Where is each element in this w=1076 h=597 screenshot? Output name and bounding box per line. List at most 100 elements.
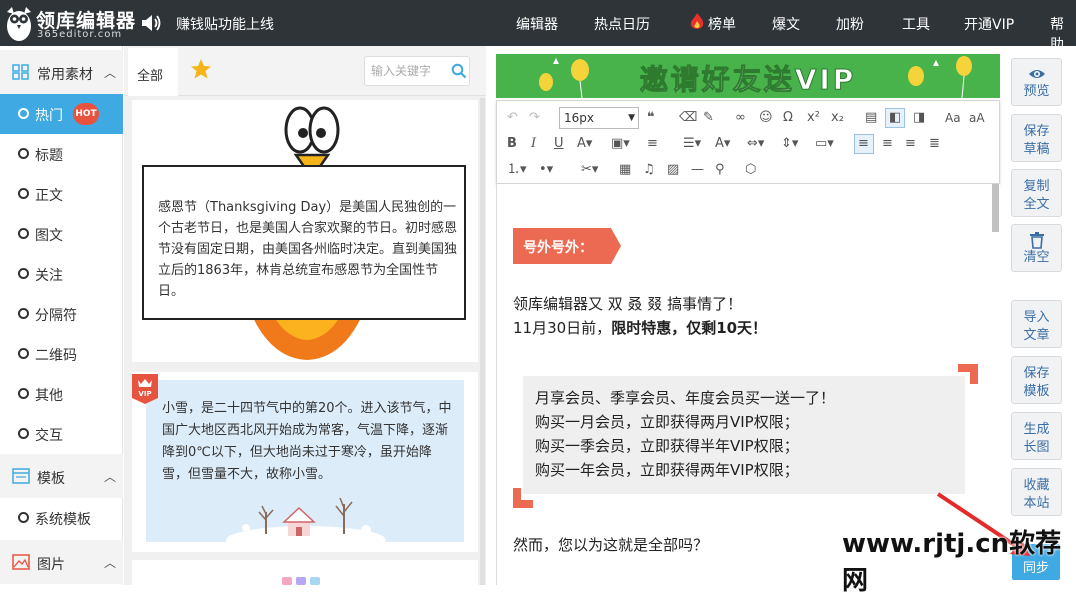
format-painter-icon[interactable]: ✎ (703, 110, 714, 126)
generate-long-image-label: 生成长图 (1023, 422, 1050, 455)
font-size-select[interactable]: 16px ▼ (559, 107, 639, 129)
section-common-materials[interactable]: 常用素材 ︿ (0, 50, 123, 94)
font-case-icon[interactable]: aA (969, 110, 985, 126)
blockquote-icon[interactable]: ❝ (647, 110, 655, 126)
nav-item-label: 交互 (35, 428, 63, 444)
music-icon[interactable]: ♫ (643, 162, 655, 178)
nav-item-interactive[interactable]: 交互 (0, 414, 123, 454)
clear-button[interactable]: 清空 (1011, 224, 1062, 272)
intro-line-2-prefix: 11月30日前， (513, 319, 612, 337)
import-article-button[interactable]: 导入文章 (1011, 300, 1062, 348)
nav-vip[interactable]: 开通VIP (964, 14, 1014, 34)
save-draft-button[interactable]: 保存草稿 (1011, 114, 1062, 162)
row-spacing-icon[interactable]: ⇕▾ (781, 136, 798, 152)
indent-icon[interactable]: ⇔▾ (747, 136, 764, 152)
save-template-button[interactable]: 保存模板 (1011, 356, 1062, 404)
html-source-icon[interactable]: ⬡ (745, 162, 756, 178)
emoji-icon[interactable]: ☺ (759, 110, 773, 126)
panel-scrollbar[interactable] (480, 98, 485, 585)
ordered-list-icon[interactable]: ⒈▾ (507, 162, 527, 178)
nav-item-divider[interactable]: 分隔符 (0, 294, 123, 334)
color-dots-decoration (282, 577, 320, 585)
nav-tools[interactable]: 工具 (902, 14, 930, 34)
banner-title: 邀请好友送VIP (639, 63, 857, 97)
corner-bottom-left-decoration (513, 488, 533, 508)
notice-text[interactable]: 赚钱贴功能上线 (176, 14, 274, 34)
invite-banner[interactable]: 邀请好友送VIP (496, 54, 1000, 98)
align-right-icon[interactable]: ≡ (905, 136, 916, 152)
unordered-list-icon[interactable]: •▾ (539, 162, 553, 178)
import-article-label: 导入文章 (1023, 310, 1050, 343)
nav-fans[interactable]: 加粉 (836, 14, 864, 34)
radio-icon (18, 268, 29, 279)
nav-item-image-text[interactable]: 图文 (0, 214, 123, 254)
section-images[interactable]: 图片 ︿ (0, 540, 123, 584)
material-card-thanksgiving[interactable]: 感恩节（Thanksgiving Day）是美国人民独创的一个古老节日，也是美国… (132, 100, 478, 362)
tab-all[interactable]: 全部 (128, 48, 178, 96)
tools-icon[interactable]: ✂▾ (581, 162, 598, 178)
nav-item-body[interactable]: 正文 (0, 174, 123, 214)
italic-icon[interactable]: I (531, 136, 536, 152)
paragraph-teaser: 然而，您以为这就是全部吗？ (513, 536, 709, 554)
nav-item-hot[interactable]: 热门 HOT (0, 94, 123, 134)
justify-icon[interactable]: ≣ (929, 136, 940, 152)
radio-icon (18, 348, 29, 359)
tag-label: 号外号外： (523, 240, 593, 256)
nav-item-label: 正文 (35, 188, 63, 204)
link-icon[interactable]: ∞ (735, 110, 746, 126)
star-icon[interactable] (190, 58, 212, 80)
radio-icon (18, 108, 29, 119)
trash-icon (1029, 232, 1044, 249)
paragraph-icon[interactable]: ☰▾ (683, 136, 701, 152)
border-icon[interactable]: ▭▾ (815, 136, 834, 152)
nav-item-follow[interactable]: 关注 (0, 254, 123, 294)
line-height-icon[interactable]: ≡ (647, 136, 658, 152)
nav-item-qrcode[interactable]: 二维码 (0, 334, 123, 374)
horizontal-rule-icon[interactable]: — (691, 162, 704, 178)
search-input[interactable] (365, 57, 447, 85)
chevron-up-icon: ︿ (104, 556, 117, 570)
copy-all-button[interactable]: 复制全文 (1011, 169, 1062, 217)
material-card-next[interactable] (132, 560, 478, 590)
bold-icon[interactable]: B (507, 136, 517, 152)
font-color-icon[interactable]: A▾ (577, 136, 592, 152)
float-right-icon[interactable]: ◨ (913, 110, 925, 126)
nav-item-system-templates[interactable]: 系统模板 (0, 498, 123, 538)
align-center-icon[interactable]: ≡ (882, 136, 893, 152)
nav-item-other[interactable]: 其他 (0, 374, 123, 414)
generate-long-image-button[interactable]: 生成长图 (1011, 412, 1062, 460)
editor-scrollbar[interactable] (992, 184, 999, 232)
radio-icon (18, 148, 29, 159)
nav-item-label: 系统模板 (35, 512, 91, 528)
section-templates[interactable]: 模板 ︿ (0, 454, 123, 498)
subscript-icon[interactable]: x₂ (831, 110, 844, 126)
owl-logo-icon[interactable] (6, 4, 32, 42)
redo-icon[interactable]: ↷ (529, 110, 540, 126)
letter-spacing-icon[interactable]: A▾ (715, 136, 730, 152)
nav-item-label: 热门 (35, 108, 63, 124)
nav-ranking[interactable]: 榜单 (708, 14, 736, 34)
preview-button[interactable]: 预览 (1011, 58, 1062, 106)
nav-editor[interactable]: 编辑器 (516, 14, 558, 34)
radio-icon (18, 512, 29, 523)
card-text: 感恩节（Thanksgiving Day）是美国人民独创的一个古老节日，也是美国… (158, 200, 458, 299)
undo-icon[interactable]: ↶ (507, 110, 518, 126)
material-card-xiaoxue[interactable]: 小雪，是二十四节气中的第20个。进入该节气，中国广大地区西北风开始成为常客，气温… (132, 372, 478, 552)
eraser-icon[interactable]: ⌫ (679, 110, 697, 126)
radio-icon (18, 228, 29, 239)
search-icon[interactable] (451, 63, 467, 79)
nav-viral[interactable]: 爆文 (772, 14, 800, 34)
paste-icon[interactable]: ▤ (865, 110, 877, 126)
superscript-icon[interactable]: x² (807, 110, 820, 126)
search-replace-icon[interactable]: ⚲ (715, 162, 725, 178)
nav-item-title[interactable]: 标题 (0, 134, 123, 174)
save-template-label: 保存模板 (1023, 366, 1050, 399)
underline-icon[interactable]: U (554, 136, 564, 152)
special-char-icon[interactable]: Ω (783, 110, 793, 126)
background-color-icon[interactable]: ▣▾ (611, 136, 630, 152)
image-insert-icon[interactable]: ▨ (667, 162, 679, 178)
font-family-icon[interactable]: Aa (945, 110, 961, 126)
nav-hot-calendar[interactable]: 热点日历 (594, 14, 650, 34)
image-icon (12, 554, 30, 570)
table-icon[interactable]: ▦ (619, 162, 631, 178)
